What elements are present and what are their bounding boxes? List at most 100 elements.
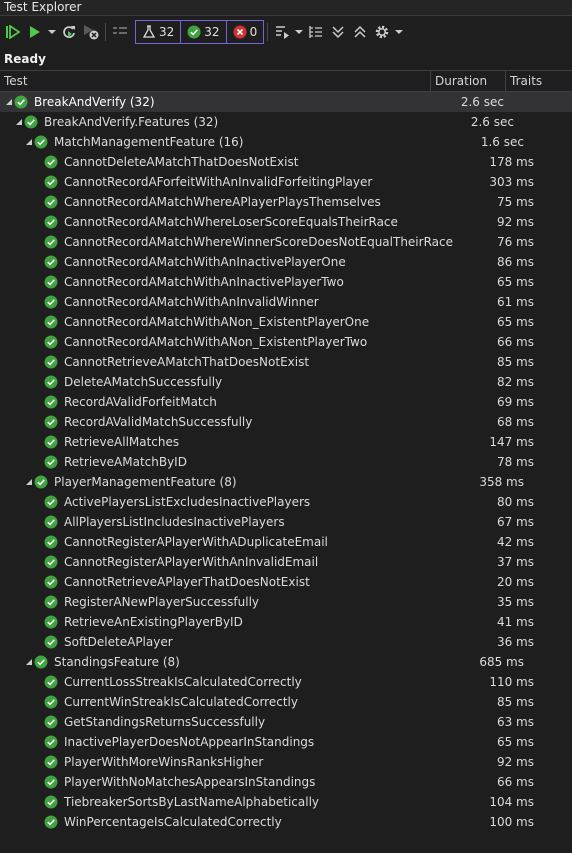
- run-button[interactable]: [24, 21, 46, 43]
- test-name: CannotRetrieveAPlayerThatDoesNotExist: [64, 575, 310, 589]
- failed-tests-badge[interactable]: 0: [227, 21, 264, 43]
- test-name-cell: CurrentLossStreakIsCalculatedCorrectly: [0, 672, 464, 692]
- expanded-arrow-icon[interactable]: [24, 477, 34, 487]
- test-name-cell: CannotRecordAMatchWithAnInactivePlayerTw…: [0, 272, 464, 292]
- test-name-cell: RetrieveAllMatches: [0, 432, 464, 452]
- test-row[interactable]: RetrieveAllMatches 147 ms: [0, 432, 572, 452]
- expanded-arrow-icon[interactable]: [24, 137, 34, 147]
- test-row[interactable]: CannotRetrieveAMatchThatDoesNotExist 85 m…: [0, 352, 572, 372]
- passed-icon: [44, 355, 58, 369]
- test-row[interactable]: RetrieveAMatchByID 78 ms: [0, 452, 572, 472]
- test-duration: 92 ms: [496, 755, 534, 769]
- tree-group-row[interactable]: MatchManagementFeature (16) 1.6 sec: [0, 132, 572, 152]
- play-icon: [30, 26, 40, 38]
- test-row[interactable]: PlayerWithNoMatchesAppearsInStandings 66 …: [0, 772, 572, 792]
- passed-icon: [44, 215, 58, 229]
- test-row[interactable]: CannotRecordAMatchWhereAPlayerPlaysThems…: [0, 192, 572, 212]
- test-name-cell: InactivePlayerDoesNotAppearInStandings: [0, 732, 464, 752]
- test-row[interactable]: CannotRecordAMatchWhereWinnerScoreDoesNo…: [0, 232, 572, 252]
- passed-icon: [44, 635, 58, 649]
- test-name: CannotRecordAMatchWithAnInactivePlayerOn…: [64, 255, 346, 269]
- expanded-arrow-icon[interactable]: [4, 97, 14, 107]
- test-row[interactable]: AllPlayersListIncludesInactivePlayers 67 …: [0, 512, 572, 532]
- playlist-button[interactable]: [271, 21, 293, 43]
- test-row[interactable]: PlayerWithMoreWinsRanksHigher 92 ms: [0, 752, 572, 772]
- test-duration: 110 ms: [489, 675, 534, 689]
- passed-icon: [44, 795, 58, 809]
- tree-group-row[interactable]: StandingsFeature (8) 685 ms: [0, 652, 572, 672]
- expand-all-button[interactable]: [327, 21, 349, 43]
- test-row[interactable]: RegisterANewPlayerSuccessfully 35 ms: [0, 592, 572, 612]
- collapse-all-icon: [354, 25, 366, 38]
- playlist-dropdown-button[interactable]: [293, 21, 305, 43]
- expanded-arrow-icon[interactable]: [14, 117, 24, 127]
- test-row[interactable]: CannotRecordAMatchWithAnInvalidWinner 61 …: [0, 292, 572, 312]
- test-row[interactable]: SoftDeleteAPlayer 36 ms: [0, 632, 572, 652]
- test-row[interactable]: CurrentLossStreakIsCalculatedCorrectly 11…: [0, 672, 572, 692]
- repeat-last-run-button[interactable]: [58, 21, 80, 43]
- test-row[interactable]: ActivePlayersListExcludesInactivePlayers…: [0, 492, 572, 512]
- test-row[interactable]: CannotRetrieveAPlayerThatDoesNotExist 20 …: [0, 572, 572, 592]
- test-name-cell: CannotRecordAMatchWithANon_ExistentPlaye…: [0, 312, 464, 332]
- test-row[interactable]: CannotRegisterAPlayerWithADuplicateEmail…: [0, 532, 572, 552]
- test-name-cell: GetStandingsReturnsSuccessfully: [0, 712, 464, 732]
- test-row[interactable]: DeleteAMatchSuccessfully 82 ms: [0, 372, 572, 392]
- test-row[interactable]: WinPercentageIsCalculatedCorrectly 100 ms: [0, 812, 572, 832]
- test-row[interactable]: CannotRecordAMatchWithANon_ExistentPlaye…: [0, 332, 572, 352]
- test-row[interactable]: CannotRegisterAPlayerWithAnInvalidEmail 3…: [0, 552, 572, 572]
- test-row[interactable]: CannotDeleteAMatchThatDoesNotExist 178 ms: [0, 152, 572, 172]
- test-row[interactable]: InactivePlayerDoesNotAppearInStandings 65…: [0, 732, 572, 752]
- expanded-arrow-icon[interactable]: [24, 657, 34, 667]
- test-row[interactable]: CannotRecordAMatchWithAnInactivePlayerOn…: [0, 252, 572, 272]
- run-all-tests-button[interactable]: [2, 21, 24, 43]
- test-row[interactable]: GetStandingsReturnsSuccessfully 63 ms: [0, 712, 572, 732]
- test-row[interactable]: CannotRecordAMatchWithANon_ExistentPlaye…: [0, 312, 572, 332]
- column-header-duration[interactable]: Duration: [431, 71, 506, 91]
- pass-check-icon: [187, 25, 201, 39]
- settings-dropdown-button[interactable]: [393, 21, 405, 43]
- total-tests-badge[interactable]: 32: [136, 21, 182, 43]
- test-name-cell: PlayerManagementFeature (8): [0, 472, 454, 492]
- test-name: CannotRecordAMatchWhereAPlayerPlaysThems…: [64, 195, 381, 209]
- test-row[interactable]: TiebreakerSortsByLastNameAlphabetically 1…: [0, 792, 572, 812]
- tree-group-row[interactable]: BreakAndVerify.Features (32) 2.6 sec: [0, 112, 572, 132]
- test-row[interactable]: CannotRecordAForfeitWithAnInvalidForfeit…: [0, 172, 572, 192]
- test-duration: 82 ms: [496, 375, 534, 389]
- run-dropdown-button[interactable]: [46, 21, 58, 43]
- tree-group-row[interactable]: PlayerManagementFeature (8) 358 ms: [0, 472, 572, 492]
- test-name: RecordAValidMatchSuccessfully: [64, 415, 253, 429]
- test-duration: 75 ms: [496, 195, 534, 209]
- settings-button[interactable]: [371, 21, 393, 43]
- tree-group-row[interactable]: BreakAndVerify (32) 2.6 sec: [0, 92, 572, 112]
- collapse-all-button[interactable]: [349, 21, 371, 43]
- toolbar-separator: [105, 23, 106, 41]
- passed-tests-badge[interactable]: 32: [181, 21, 227, 43]
- passed-icon: [44, 455, 58, 469]
- run-all-icon: [6, 25, 21, 39]
- test-row[interactable]: CannotRecordAMatchWhereLoserScoreEqualsT…: [0, 212, 572, 232]
- cancel-run-button[interactable]: [80, 21, 102, 43]
- column-header-test[interactable]: Test: [0, 71, 431, 91]
- test-row[interactable]: RecordAValidMatchSuccessfully 68 ms: [0, 412, 572, 432]
- test-name: CurrentWinStreakIsCalculatedCorrectly: [64, 695, 298, 709]
- test-name: BreakAndVerify.Features (32): [44, 115, 219, 129]
- test-row[interactable]: CannotRecordAMatchWithAnInactivePlayerTw…: [0, 272, 572, 292]
- group-by-button[interactable]: [305, 21, 327, 43]
- run-filter-button[interactable]: [109, 21, 131, 43]
- column-header-traits[interactable]: Traits: [506, 71, 572, 91]
- test-row[interactable]: RecordAValidForfeitMatch 69 ms: [0, 392, 572, 412]
- passed-icon: [14, 95, 28, 109]
- test-row[interactable]: RetrieveAnExistingPlayerByID 41 ms: [0, 612, 572, 632]
- test-row[interactable]: CurrentWinStreakIsCalculatedCorrectly 85 …: [0, 692, 572, 712]
- test-name-cell: BreakAndVerify (32): [0, 92, 434, 112]
- test-name-cell: CurrentWinStreakIsCalculatedCorrectly: [0, 692, 464, 712]
- test-name-cell: StandingsFeature (8): [0, 652, 454, 672]
- test-name-cell: CannotRetrieveAPlayerThatDoesNotExist: [0, 572, 464, 592]
- test-name: CannotRetrieveAMatchThatDoesNotExist: [64, 355, 310, 369]
